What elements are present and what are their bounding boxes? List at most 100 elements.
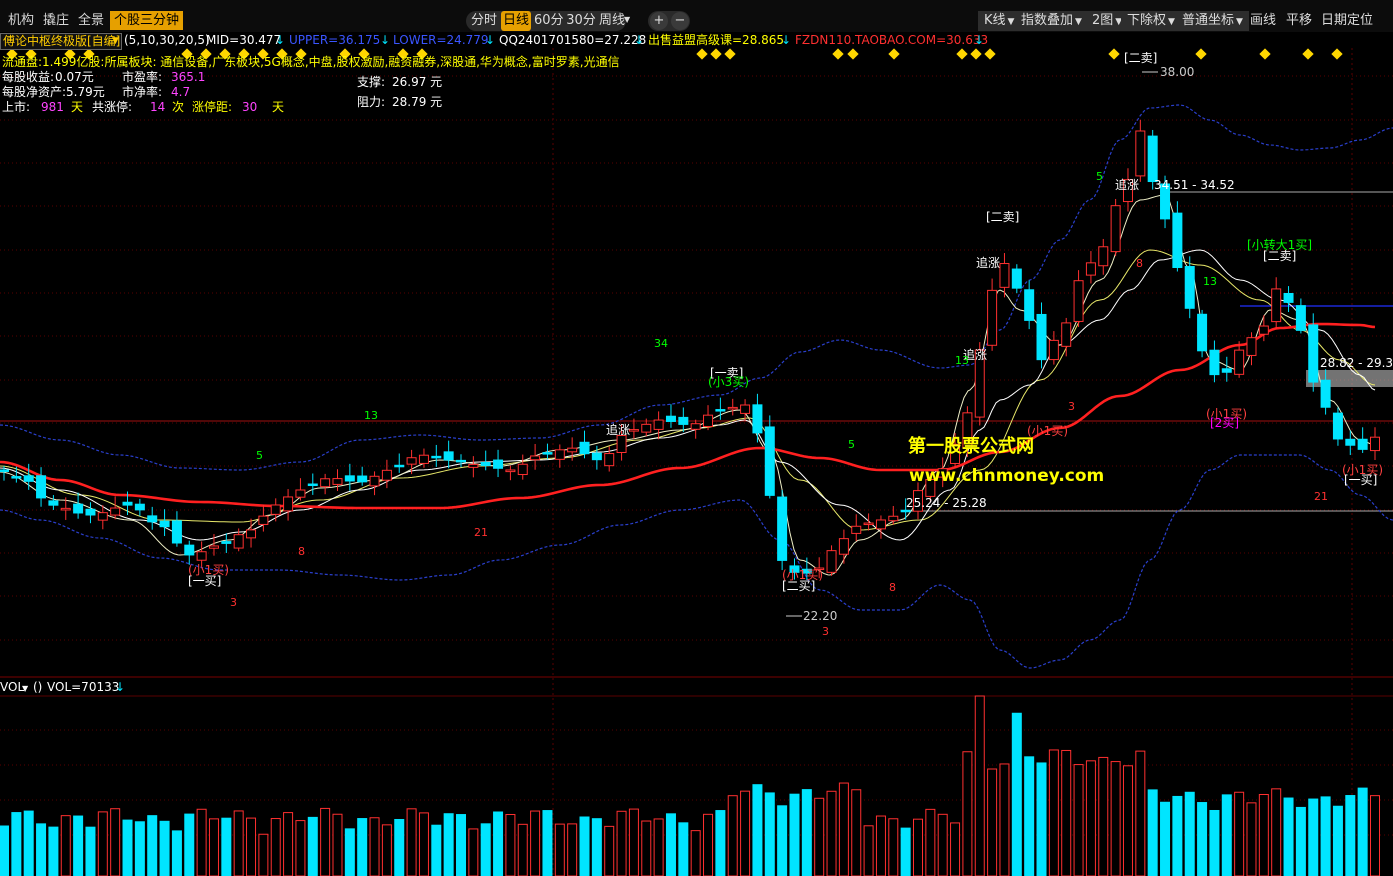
vol-dropdown-icon[interactable]: ▼ <box>22 681 28 696</box>
volume-bar <box>1110 761 1121 876</box>
volume-bar <box>838 782 849 876</box>
wave-count-label: 21 <box>474 526 488 539</box>
watermark-url: www.chnmoney.com <box>909 466 1105 486</box>
candle-up <box>258 515 269 525</box>
limit-up-count: 14 <box>150 100 166 114</box>
volume-bar <box>987 768 998 876</box>
volume-bar <box>493 811 504 876</box>
volume-bar <box>752 784 763 876</box>
candle-up <box>110 507 121 516</box>
volume-bar <box>950 822 961 876</box>
volume-bar <box>727 795 738 876</box>
chart-annotation: [二买] <box>782 579 815 593</box>
volume-bar <box>443 813 454 876</box>
candle-down <box>221 541 232 544</box>
volume-bar <box>295 820 306 876</box>
chart-annotation: [2买] <box>1210 416 1239 430</box>
candle-up <box>999 263 1010 288</box>
candle-up <box>332 478 343 485</box>
candle-up <box>1258 325 1269 335</box>
kline-chart[interactable]: [二卖]38.0034.51 - 34.52追涨[二卖]追涨追涨[小转大1买][… <box>0 0 1393 876</box>
volume-bar <box>801 789 812 876</box>
volume-bar <box>1295 806 1306 876</box>
volume-bar <box>357 818 368 876</box>
volume-bar <box>628 808 639 876</box>
chart-annotation: [一买] <box>1344 473 1377 487</box>
chart-annotation: [二卖] <box>1124 51 1157 65</box>
volume-bar <box>777 805 788 876</box>
candle-up <box>233 534 244 549</box>
volume-bar <box>1283 797 1294 876</box>
candle-down <box>431 455 442 459</box>
volume-bar <box>690 830 701 876</box>
candle-up <box>406 457 417 465</box>
candle-up <box>468 463 479 468</box>
candle-down <box>1209 349 1220 376</box>
candle-down <box>1345 438 1356 446</box>
volume-bar <box>740 790 751 876</box>
volume-bar <box>863 825 874 876</box>
volume-bar <box>1209 809 1220 876</box>
candle-up <box>1234 349 1245 375</box>
volume-bar <box>678 822 689 876</box>
support-label: 支撑: <box>357 75 386 89</box>
candle-down <box>73 503 84 514</box>
volume-bar <box>1024 756 1035 876</box>
candle-up <box>1048 339 1059 361</box>
vol-params: () <box>33 680 43 694</box>
volume-bar <box>715 810 726 876</box>
navps-label: 每股净资产: <box>2 85 67 99</box>
volume-bar <box>184 813 195 876</box>
candle-up <box>320 478 331 488</box>
limit-dist-unit: 天 <box>272 100 285 114</box>
candle-up <box>987 289 998 346</box>
candle-down <box>1332 412 1343 440</box>
candle-down <box>900 509 911 513</box>
volume-bar <box>616 810 627 876</box>
candle-down <box>48 500 59 506</box>
volume-bar <box>332 813 343 876</box>
candle-up <box>616 434 627 453</box>
candle-down <box>1172 212 1183 268</box>
volume-bar <box>974 695 985 876</box>
volume-bar <box>1135 750 1146 876</box>
volume-bar <box>1197 802 1208 876</box>
volume-bar <box>0 825 9 876</box>
candle-up <box>418 454 429 464</box>
volume-bar <box>554 823 565 876</box>
volume-bar <box>369 817 380 876</box>
candle-down <box>0 469 9 472</box>
ad-value: 出售益盟高级课=28.865 <box>648 33 785 47</box>
volume-bar <box>579 816 590 876</box>
volume-bar <box>73 815 84 876</box>
volume-bar <box>1246 802 1257 876</box>
candle-up <box>740 404 751 414</box>
candle-up <box>1271 288 1282 323</box>
volume-bar <box>1320 796 1331 876</box>
candle-down <box>579 441 590 455</box>
candle-down <box>1357 438 1368 450</box>
volume-bar <box>468 828 479 876</box>
volume-bar <box>665 813 676 876</box>
volume-bar <box>283 812 294 876</box>
volume-bar <box>925 808 936 876</box>
candle-down <box>777 496 788 561</box>
candle-down <box>678 416 689 425</box>
volume-bar <box>344 828 355 876</box>
volume-bar <box>962 751 973 876</box>
volume-bar <box>23 810 34 876</box>
watermark-site-name: 第一股票公式网 <box>908 436 1034 457</box>
volume-bar <box>814 797 825 876</box>
volume-bar <box>1234 791 1245 876</box>
candle-down <box>1197 313 1208 352</box>
candle-down <box>36 475 47 499</box>
volume-bar <box>171 830 182 876</box>
lower-value: LOWER=24.779 <box>393 33 489 47</box>
candle-down <box>307 483 318 487</box>
volume-bar <box>246 817 257 876</box>
candle-down <box>1221 368 1232 373</box>
volume-bar <box>999 763 1010 876</box>
formula-selector[interactable]: 傅论中枢终极版[自编] <box>0 33 122 50</box>
vol-indicator-name[interactable]: VOL <box>0 680 24 695</box>
formula-dropdown-icon[interactable]: ▼ <box>112 34 119 49</box>
